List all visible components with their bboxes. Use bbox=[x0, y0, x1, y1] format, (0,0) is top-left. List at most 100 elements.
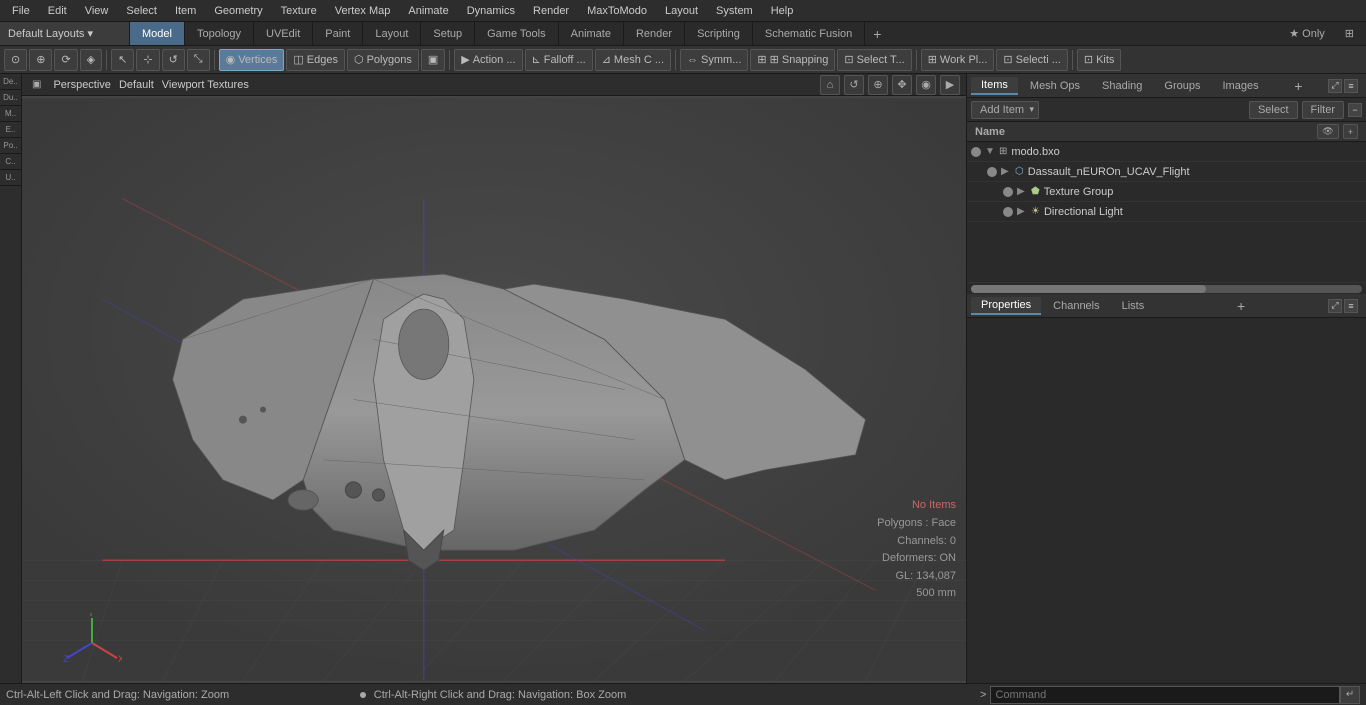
layout-tab-animate[interactable]: Animate bbox=[559, 22, 624, 45]
menu-select[interactable]: Select bbox=[118, 3, 165, 19]
menu-view[interactable]: View bbox=[77, 3, 117, 19]
tool-action[interactable]: ▶ Action ... bbox=[454, 49, 522, 71]
layout-tab-setup[interactable]: Setup bbox=[421, 22, 475, 45]
props-expand-btn[interactable]: ⤢ bbox=[1328, 299, 1342, 313]
tool-falloff[interactable]: ⊾ Falloff ... bbox=[525, 49, 593, 71]
items-tab-items[interactable]: Items bbox=[971, 77, 1018, 95]
item-row-texture[interactable]: ▶ ⬟ Texture Group bbox=[967, 182, 1366, 202]
props-tab-channels[interactable]: Channels bbox=[1043, 298, 1109, 314]
tool-scale[interactable]: ⤡ bbox=[187, 49, 210, 71]
tool-snapping[interactable]: ⊞ ⊞ Snapping bbox=[750, 49, 835, 71]
item-vis-modo-bxo[interactable] bbox=[971, 147, 981, 157]
menu-render[interactable]: Render bbox=[525, 3, 577, 19]
props-tab-add[interactable]: + bbox=[1231, 298, 1251, 314]
items-scrollbar-area[interactable] bbox=[967, 282, 1366, 294]
item-expand-dirlight[interactable]: ▶ bbox=[1017, 206, 1029, 217]
menu-edit[interactable]: Edit bbox=[40, 3, 75, 19]
menu-layout[interactable]: Layout bbox=[657, 3, 706, 19]
left-tool-uv[interactable]: U.. bbox=[0, 170, 21, 186]
item-vis-dirlight[interactable] bbox=[1003, 207, 1013, 217]
tool-edges[interactable]: ◫ Edges bbox=[286, 49, 345, 71]
left-tool-po[interactable]: Po.. bbox=[0, 138, 21, 154]
menu-vertex-map[interactable]: Vertex Map bbox=[327, 3, 399, 19]
tool-mode-4[interactable]: ◈ bbox=[80, 49, 102, 71]
items-filter-btn[interactable]: Filter bbox=[1302, 101, 1344, 119]
items-scrollbar[interactable] bbox=[971, 285, 1362, 293]
layout-star-btn[interactable]: ★ Only bbox=[1281, 25, 1333, 42]
items-visibility-btn[interactable]: 👁 bbox=[1317, 124, 1338, 139]
item-expand-modo-bxo[interactable]: ▼ bbox=[985, 146, 997, 157]
menu-maxtomod[interactable]: MaxToModo bbox=[579, 3, 655, 19]
items-tab-shading[interactable]: Shading bbox=[1092, 78, 1152, 94]
items-tab-add[interactable]: + bbox=[1288, 78, 1308, 94]
items-scrollbar-thumb[interactable] bbox=[971, 285, 1206, 293]
tool-symm[interactable]: ⇔ Symm... bbox=[680, 49, 748, 71]
tool-kits[interactable]: ⊡ Kits bbox=[1077, 49, 1122, 71]
tool-mode-2[interactable]: ⊕ bbox=[29, 49, 52, 71]
layout-tab-topology[interactable]: Topology bbox=[185, 22, 254, 45]
layout-tab-paint[interactable]: Paint bbox=[313, 22, 363, 45]
add-item-button[interactable]: Add Item bbox=[971, 101, 1039, 119]
tool-selecti[interactable]: ⊡ Selecti ... bbox=[996, 49, 1067, 71]
vp-orbit-btn[interactable]: ↺ bbox=[844, 75, 864, 95]
layout-tab-gametools[interactable]: Game Tools bbox=[475, 22, 559, 45]
items-tab-images[interactable]: Images bbox=[1213, 78, 1269, 94]
item-row-dassault[interactable]: ▶ ⬡ Dassault_nEUROn_UCAV_Flight bbox=[967, 162, 1366, 182]
item-expand-dassault[interactable]: ▶ bbox=[1001, 166, 1013, 177]
items-tab-meshops[interactable]: Mesh Ops bbox=[1020, 78, 1090, 94]
tool-polygons[interactable]: ⬡ Polygons bbox=[347, 49, 419, 71]
menu-item[interactable]: Item bbox=[167, 3, 204, 19]
left-tool-du[interactable]: Du.. bbox=[0, 90, 21, 106]
tool-translate[interactable]: ⊹ bbox=[136, 49, 159, 71]
vp-pan-btn[interactable]: ✥ bbox=[892, 75, 912, 95]
tool-mode-1[interactable]: ⊙ bbox=[4, 49, 27, 71]
item-expand-texture[interactable]: ▶ bbox=[1017, 186, 1029, 197]
items-tab-groups[interactable]: Groups bbox=[1154, 78, 1210, 94]
tool-mesh-type[interactable]: ▣ bbox=[421, 49, 445, 71]
viewport-canvas[interactable]: No Items Polygons : Face Channels: 0 Def… bbox=[22, 96, 966, 683]
vp-camera-btn[interactable]: ◉ bbox=[916, 75, 936, 95]
tool-mesh-c[interactable]: ⊿ Mesh C ... bbox=[595, 49, 671, 71]
left-tool-e[interactable]: E.. bbox=[0, 122, 21, 138]
menu-animate[interactable]: Animate bbox=[400, 3, 456, 19]
item-vis-dassault[interactable] bbox=[987, 167, 997, 177]
tool-vertices[interactable]: ◉ Vertices bbox=[219, 49, 285, 71]
items-minus-btn[interactable]: − bbox=[1348, 103, 1362, 117]
vp-home-btn[interactable]: ⌂ bbox=[820, 75, 840, 95]
menu-system[interactable]: System bbox=[708, 3, 761, 19]
layout-add-tab[interactable]: + bbox=[865, 23, 889, 45]
items-panel-expand[interactable]: ⤢ bbox=[1328, 79, 1342, 93]
command-input[interactable] bbox=[990, 686, 1340, 704]
left-tool-c[interactable]: C.. bbox=[0, 154, 21, 170]
items-select-btn[interactable]: Select bbox=[1249, 101, 1298, 119]
menu-file[interactable]: File bbox=[4, 3, 38, 19]
layout-tab-layout[interactable]: Layout bbox=[363, 22, 421, 45]
menu-dynamics[interactable]: Dynamics bbox=[459, 3, 523, 19]
item-vis-texture[interactable] bbox=[1003, 187, 1013, 197]
items-panel-options[interactable]: ≡ bbox=[1344, 79, 1358, 93]
props-options-btn[interactable]: ≡ bbox=[1344, 299, 1358, 313]
layout-dropdown[interactable]: Default Layouts ▾ bbox=[0, 22, 130, 45]
layout-tab-model[interactable]: Model bbox=[130, 22, 185, 45]
layout-tab-scripting[interactable]: Scripting bbox=[685, 22, 753, 45]
menu-texture[interactable]: Texture bbox=[273, 3, 325, 19]
item-row-dirlight[interactable]: ▶ ☀ Directional Light bbox=[967, 202, 1366, 222]
left-tool-m[interactable]: M.. bbox=[0, 106, 21, 122]
tool-mode-3[interactable]: ⟳ bbox=[54, 49, 77, 71]
vp-render-btn[interactable]: ▶ bbox=[940, 75, 960, 95]
items-add-inline-btn[interactable]: + bbox=[1343, 124, 1358, 139]
props-tab-properties[interactable]: Properties bbox=[971, 297, 1041, 315]
layout-expand-btn[interactable]: ⊞ bbox=[1337, 25, 1362, 42]
tool-rotate[interactable]: ↺ bbox=[162, 49, 185, 71]
command-run-button[interactable]: ↵ bbox=[1340, 686, 1360, 704]
vp-zoom-btn[interactable]: ⊕ bbox=[868, 75, 888, 95]
tool-mode-arrow[interactable]: ↖ bbox=[111, 49, 134, 71]
props-tab-lists[interactable]: Lists bbox=[1112, 298, 1155, 314]
vp-toggle[interactable]: ▣ bbox=[28, 78, 45, 91]
viewport[interactable]: ▣ Perspective Default Viewport Textures … bbox=[22, 74, 966, 683]
tool-select-t[interactable]: ⊡ Select T... bbox=[837, 49, 911, 71]
left-tool-de[interactable]: De.. bbox=[0, 74, 21, 90]
menu-help[interactable]: Help bbox=[763, 3, 802, 19]
tool-work-pl[interactable]: ⊞ Work Pl... bbox=[921, 49, 995, 71]
item-row-modo-bxo[interactable]: ▼ ⊞ modo.bxo bbox=[967, 142, 1366, 162]
